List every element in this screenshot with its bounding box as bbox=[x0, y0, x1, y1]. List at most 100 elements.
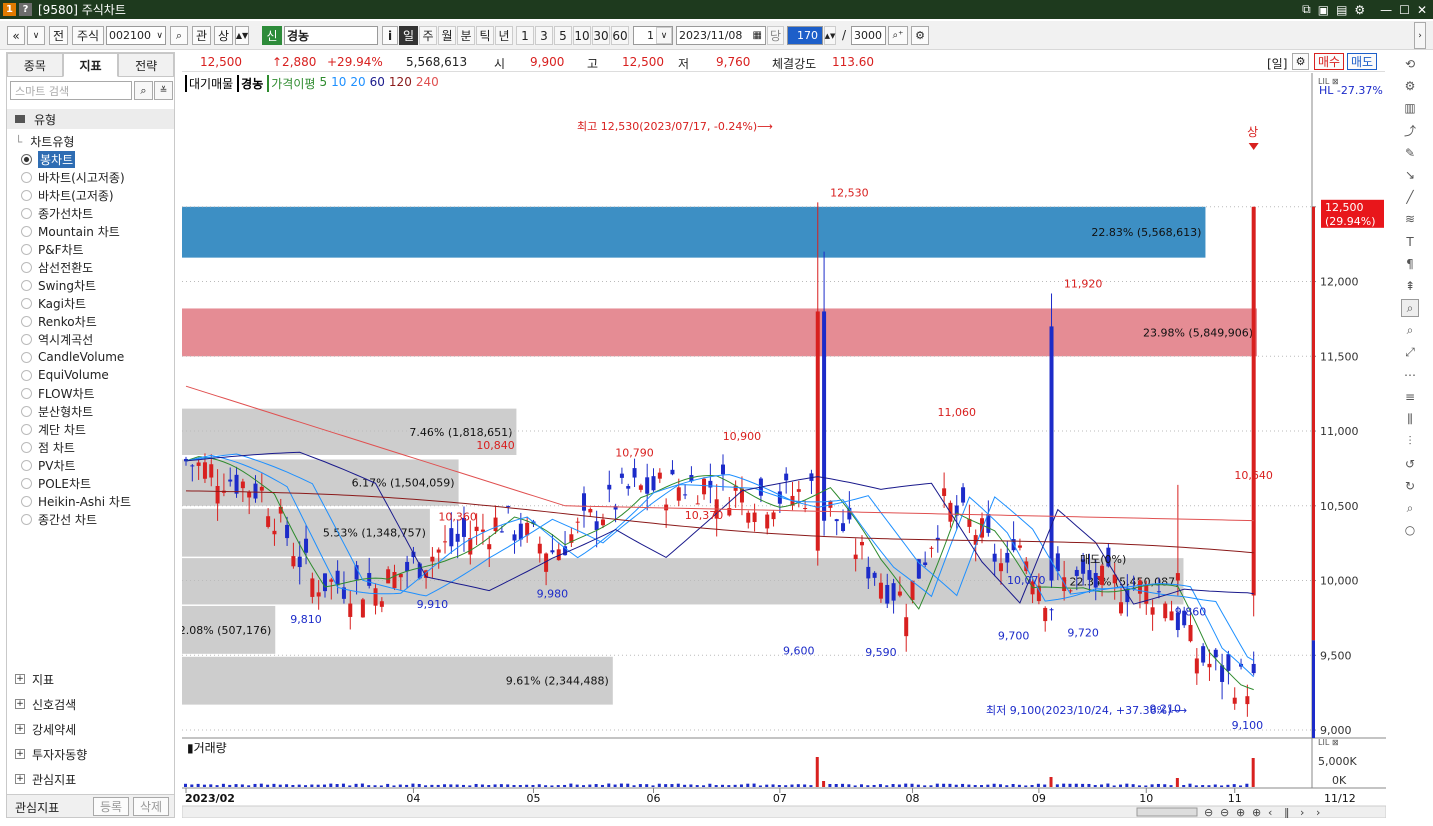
search-icon[interactable]: ⌕ bbox=[170, 26, 188, 45]
upper-button[interactable]: 상 bbox=[214, 26, 233, 45]
maximize-icon[interactable]: ☐ bbox=[1399, 3, 1410, 17]
search-options-icon[interactable]: ≚ bbox=[154, 81, 173, 100]
expand-icon[interactable]: + bbox=[15, 724, 25, 734]
zoom-in-icon[interactable]: ⌕⁺ bbox=[888, 26, 908, 45]
pencil-icon[interactable]: ✎ bbox=[1401, 144, 1419, 162]
chart-type-option[interactable]: 바차트(시고저종) bbox=[21, 168, 171, 186]
display-count-spinner[interactable]: ▲▼ bbox=[824, 26, 836, 45]
tab-stock[interactable]: 종목 bbox=[7, 53, 63, 77]
zoom-icon[interactable]: ⌕ bbox=[1401, 299, 1419, 318]
radio-icon[interactable] bbox=[21, 189, 32, 201]
period-day-tab[interactable]: 일 bbox=[399, 26, 418, 45]
expand-icon[interactable]: + bbox=[15, 774, 25, 784]
radio-icon[interactable] bbox=[21, 153, 32, 165]
expand-icon[interactable]: + bbox=[15, 674, 25, 684]
line-icon[interactable]: ╱ bbox=[1401, 188, 1419, 206]
price-chart-svg[interactable]: 22.83% (5,568,613) 23.98% (5,849,906) 7.46… bbox=[179, 73, 1387, 819]
chart-type-option[interactable]: 삼선전환도 bbox=[21, 258, 171, 276]
settings-icon[interactable]: ⚙ bbox=[1354, 3, 1365, 17]
info-button[interactable]: i bbox=[382, 26, 398, 45]
count-dropdown[interactable]: ∨ bbox=[656, 27, 672, 44]
chart-type-option[interactable]: EquiVolume bbox=[21, 366, 171, 384]
radio-icon[interactable] bbox=[21, 423, 32, 435]
delete-button[interactable]: 삭제 bbox=[133, 797, 169, 816]
radio-icon[interactable] bbox=[21, 243, 32, 255]
indicator-group[interactable]: + 신호검색 bbox=[15, 694, 175, 714]
grid-icon[interactable]: ⫶ bbox=[1401, 432, 1419, 450]
zoom-out-icon[interactable]: ⌕ bbox=[1401, 499, 1419, 517]
legend-item[interactable]: 120 bbox=[389, 75, 412, 92]
note-icon[interactable]: ¶ bbox=[1401, 255, 1419, 273]
chart-type-option[interactable]: Swing차트 bbox=[21, 276, 171, 294]
chart-type-option[interactable]: Mountain 차트 bbox=[21, 222, 171, 240]
calendar-icon[interactable]: ▦ bbox=[753, 30, 762, 41]
chart-type-option[interactable]: Heikin-Ashi 차트 bbox=[21, 492, 171, 510]
radio-icon[interactable] bbox=[21, 351, 32, 363]
chart-type-option[interactable]: POLE차트 bbox=[21, 474, 171, 492]
radio-icon[interactable] bbox=[21, 405, 32, 417]
candle-tool-icon[interactable]: ⇞ bbox=[1401, 277, 1419, 295]
radio-icon[interactable] bbox=[21, 369, 32, 381]
text-tool-icon[interactable]: T bbox=[1401, 233, 1419, 251]
help-icon[interactable]: ? bbox=[19, 3, 32, 16]
type-section-header[interactable]: 유형 bbox=[7, 109, 174, 129]
sell-button[interactable]: 매도 bbox=[1347, 53, 1377, 70]
scrollbar-thumb[interactable] bbox=[1136, 807, 1198, 817]
updown-spinner[interactable]: ▲▼ bbox=[235, 26, 249, 45]
period-month-tab[interactable]: 월 bbox=[438, 26, 456, 45]
close-icon[interactable]: ✕ bbox=[1417, 3, 1427, 17]
chart-type-option[interactable]: FLOW차트 bbox=[21, 384, 171, 402]
radio-icon[interactable] bbox=[21, 459, 32, 471]
radio-icon[interactable] bbox=[21, 441, 32, 453]
today-button[interactable]: 당 bbox=[767, 26, 784, 45]
radio-icon[interactable] bbox=[21, 387, 32, 399]
chart-type-option[interactable]: Renko차트 bbox=[21, 312, 171, 330]
auto-draw-icon[interactable]: ≋ bbox=[1401, 210, 1419, 228]
radio-icon[interactable] bbox=[21, 207, 32, 219]
chart-type-option[interactable]: 점 차트 bbox=[21, 438, 171, 456]
pattern-icon[interactable]: ⋯ bbox=[1401, 366, 1419, 384]
expand-icon[interactable]: + bbox=[15, 699, 25, 709]
legend-item[interactable]: 10 bbox=[331, 75, 346, 92]
indicator-group[interactable]: + 지표 bbox=[15, 669, 175, 689]
market-select[interactable]: 주식 bbox=[72, 26, 104, 45]
chart-type-option[interactable]: 계단 차트 bbox=[21, 420, 171, 438]
settings-icon[interactable]: ⚙ bbox=[1292, 53, 1309, 70]
period-week-tab[interactable]: 주 bbox=[419, 26, 437, 45]
period-minute-tab[interactable]: 분 bbox=[457, 26, 475, 45]
chart-type-tree-root[interactable]: └ 차트유형 bbox=[15, 133, 74, 150]
fibonacci-icon[interactable]: ≡ bbox=[1401, 388, 1419, 406]
chart-type-option[interactable]: CandleVolume bbox=[21, 348, 171, 366]
refresh-icon[interactable]: ⟲ bbox=[1401, 55, 1419, 73]
display-count-input[interactable]: 170 bbox=[787, 26, 823, 45]
interest-button[interactable]: 관 bbox=[192, 26, 211, 45]
legend-item[interactable]: 5 bbox=[319, 75, 327, 92]
chart-type-option[interactable]: 봉차트 bbox=[21, 150, 171, 168]
indicator-group[interactable]: + 관심지표 bbox=[15, 769, 175, 789]
register-button[interactable]: 등록 bbox=[93, 797, 129, 816]
radio-icon[interactable] bbox=[21, 297, 32, 309]
trend-line-icon[interactable]: ⤴ bbox=[1401, 122, 1419, 140]
gear-icon[interactable]: ⚙ bbox=[1401, 77, 1419, 95]
chart-type-option[interactable]: 종가선차트 bbox=[21, 204, 171, 222]
measure-icon[interactable]: ⤢ bbox=[1401, 344, 1419, 362]
radio-icon[interactable] bbox=[21, 333, 32, 345]
total-count-input[interactable]: 3000 bbox=[851, 26, 886, 45]
radio-icon[interactable] bbox=[21, 261, 32, 273]
radio-icon[interactable] bbox=[21, 477, 32, 489]
legend-item[interactable]: 20 bbox=[350, 75, 365, 92]
chart-type-option[interactable]: 바차트(고저종) bbox=[21, 186, 171, 204]
interval-3-button[interactable]: 3 bbox=[535, 26, 553, 45]
date-input[interactable]: 2023/11/08 ▦ bbox=[676, 26, 766, 45]
interval-5-button[interactable]: 5 bbox=[554, 26, 572, 45]
chart-type-option[interactable]: PV차트 bbox=[21, 456, 171, 474]
interval-30-button[interactable]: 30 bbox=[592, 26, 610, 45]
ray-icon[interactable]: ↘ bbox=[1401, 166, 1419, 184]
radio-icon[interactable] bbox=[21, 495, 32, 507]
minimize-icon[interactable]: — bbox=[1380, 3, 1392, 17]
legend-item[interactable]: 경농 bbox=[237, 75, 263, 92]
chart-type-option[interactable]: Kagi차트 bbox=[21, 294, 171, 312]
interval-1-button[interactable]: 1 bbox=[516, 26, 534, 45]
expand-icon[interactable]: + bbox=[15, 749, 25, 759]
chart-settings-icon[interactable]: ⚙ bbox=[911, 26, 929, 45]
